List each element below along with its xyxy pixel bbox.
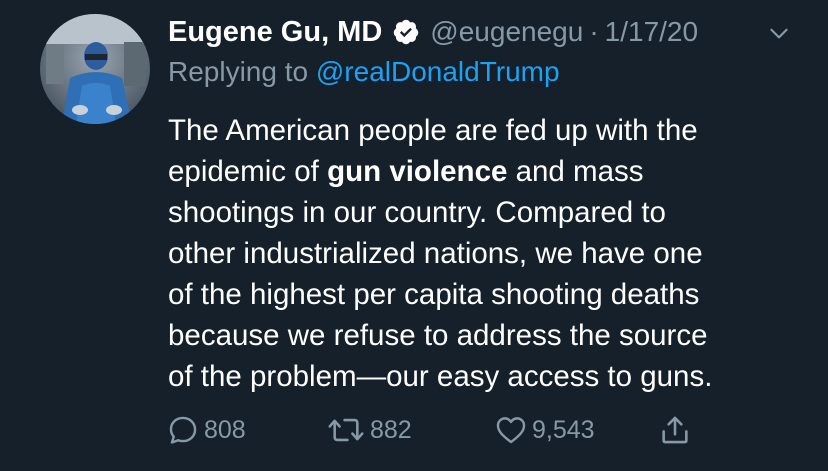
tweet-text: The American people are fed up with the … — [168, 110, 798, 397]
tweet[interactable]: Eugene Gu, MD @eugenegu · 1/17/20 Replyi… — [0, 0, 828, 471]
tweet-text-line: of the problem—our easy access to guns. — [168, 356, 798, 397]
reply-count: 808 — [204, 415, 246, 444]
bold-text-segment: gun violence — [327, 155, 508, 188]
heart-icon — [494, 413, 528, 447]
share-icon — [658, 413, 692, 447]
tweet-text-line: shootings in our country. Compared to — [168, 192, 798, 233]
text-segment: and mass — [507, 155, 644, 188]
text-segment: shootings in our country. Compared to — [168, 196, 666, 229]
author-display-name[interactable]: Eugene Gu, MD — [168, 16, 382, 49]
tweet-text-line: epidemic of gun violence and mass — [168, 151, 798, 192]
reply-button[interactable]: 808 — [166, 410, 246, 450]
text-segment: epidemic of — [168, 155, 328, 188]
like-count: 9,543 — [532, 415, 595, 444]
text-segment: of the problem—our easy access to guns. — [168, 360, 713, 393]
text-segment: of the highest per capita shooting death… — [168, 278, 700, 311]
tweet-text-line: because we refuse to address the source — [168, 315, 798, 356]
retweet-count: 882 — [370, 415, 412, 444]
replying-to-label: Replying to — [168, 56, 309, 87]
reply-icon — [166, 413, 200, 447]
text-segment: other industrialized nations, we have on… — [168, 237, 703, 270]
author-handle[interactable]: @eugenegu — [430, 16, 583, 48]
tweet-header: Eugene Gu, MD @eugenegu · 1/17/20 — [168, 12, 698, 52]
share-button[interactable] — [658, 410, 692, 450]
verified-badge-icon — [392, 18, 420, 46]
tweet-text-line: other industrialized nations, we have on… — [168, 233, 798, 274]
replying-to: Replying to @realDonaldTrump — [168, 56, 560, 88]
text-segment: The American people are fed up with the — [168, 114, 698, 147]
tweet-date[interactable]: 1/17/20 — [605, 16, 698, 48]
text-segment: because we refuse to address the source — [168, 319, 708, 352]
retweet-icon — [326, 413, 366, 447]
chevron-down-icon[interactable] — [766, 20, 792, 46]
tweet-text-line: The American people are fed up with the — [168, 110, 798, 151]
avatar[interactable] — [40, 14, 150, 124]
reply-mention-link[interactable]: @realDonaldTrump — [316, 56, 560, 87]
like-button[interactable]: 9,543 — [494, 410, 595, 450]
avatar-surgeon-photo — [40, 14, 150, 124]
separator-dot: · — [589, 16, 599, 47]
tweet-actions: 808 882 9,543 — [166, 410, 806, 450]
tweet-text-line: of the highest per capita shooting death… — [168, 274, 798, 315]
retweet-button[interactable]: 882 — [326, 410, 412, 450]
